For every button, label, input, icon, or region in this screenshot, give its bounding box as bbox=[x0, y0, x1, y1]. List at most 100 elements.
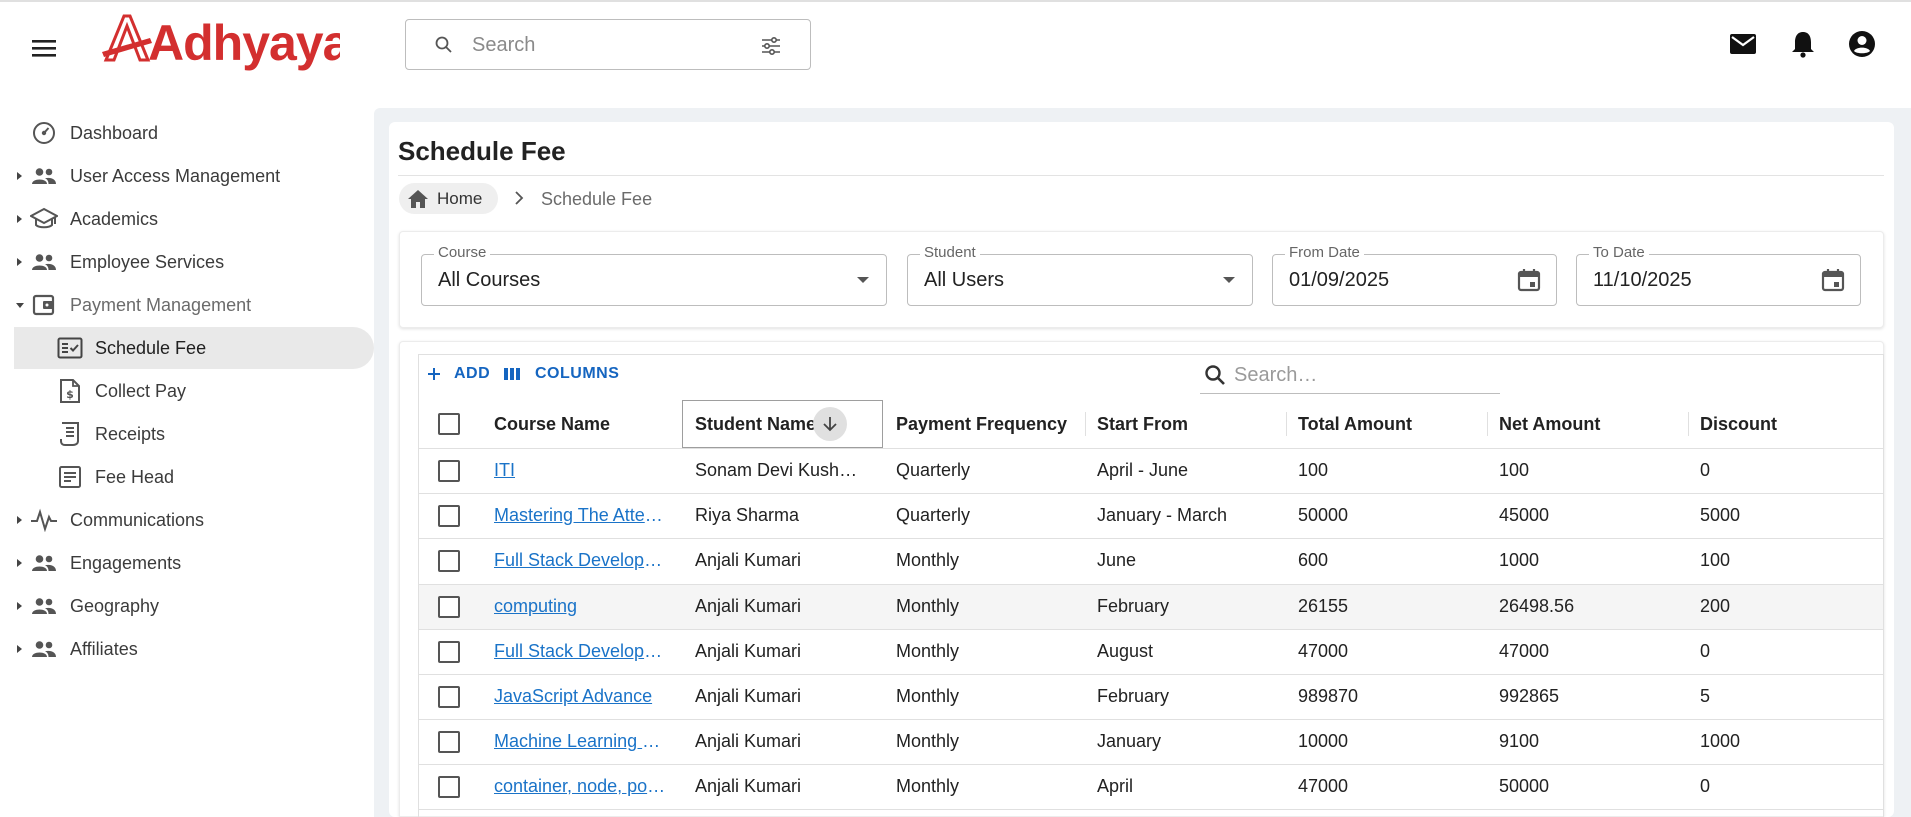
start-from-cell: January - March bbox=[1097, 505, 1228, 525]
row-divider bbox=[418, 538, 1884, 539]
student-name-cell: Anjali Kumari bbox=[695, 641, 802, 661]
grid-search[interactable] bbox=[1200, 358, 1500, 394]
dropdown-arrow-icon bbox=[857, 277, 869, 283]
student-name-cell: Riya Sharma bbox=[695, 505, 800, 525]
column-header-course-name[interactable]: Course Name bbox=[494, 400, 610, 448]
people-icon bbox=[30, 592, 58, 620]
column-header-start-from[interactable]: Start From bbox=[1097, 400, 1188, 448]
columns-button[interactable]: COLUMNS bbox=[503, 362, 619, 386]
sidebar-item-label: Payment Management bbox=[70, 294, 252, 315]
student-name-cell: Anjali Kumari bbox=[695, 686, 802, 706]
logo-text: Adhyayan bbox=[148, 15, 340, 71]
discount-cell: 0 bbox=[1700, 641, 1711, 661]
hamburger-menu-button[interactable] bbox=[24, 28, 64, 68]
sidebar-item-payment-management[interactable]: Payment Management bbox=[14, 284, 374, 326]
filter-settings-icon[interactable] bbox=[759, 34, 783, 58]
course-name-link[interactable]: Full Stack Development bbox=[494, 550, 669, 571]
calendar-icon[interactable] bbox=[1820, 267, 1846, 293]
sort-descending-button[interactable] bbox=[813, 407, 847, 441]
total-amount-cell: 600 bbox=[1298, 550, 1329, 570]
sidebar-item-collect-pay[interactable]: $ Collect Pay bbox=[14, 370, 374, 412]
row-checkbox[interactable] bbox=[438, 686, 460, 708]
course-name-link[interactable]: JavaScript Advance bbox=[494, 686, 669, 707]
column-separator[interactable] bbox=[1688, 412, 1689, 436]
row-checkbox[interactable] bbox=[438, 776, 460, 798]
sidebar-item-label: Collect Pay bbox=[95, 380, 187, 401]
column-header-net-amount[interactable]: Net Amount bbox=[1499, 400, 1600, 448]
row-divider bbox=[418, 629, 1884, 630]
select-all-checkbox[interactable] bbox=[438, 413, 460, 435]
to-date-value: 11/10/2025 bbox=[1593, 269, 1692, 291]
payment-frequency-cell: Quarterly bbox=[896, 460, 971, 480]
student-name-cell: Sonam Devi Kushwaha bbox=[695, 460, 870, 480]
sidebar-item-label: Dashboard bbox=[70, 122, 159, 143]
row-checkbox[interactable] bbox=[438, 596, 460, 618]
course-name-link[interactable]: ITI bbox=[494, 460, 669, 481]
people-icon bbox=[30, 635, 58, 663]
student-select[interactable]: Student All Users bbox=[907, 244, 1253, 306]
view-column-icon bbox=[504, 368, 520, 380]
dropdown-arrow-icon bbox=[1223, 277, 1235, 283]
account-button[interactable] bbox=[1846, 28, 1878, 60]
column-separator[interactable] bbox=[1487, 412, 1488, 436]
row-checkbox[interactable] bbox=[438, 460, 460, 482]
sidebar-item-employee-services[interactable]: Employee Services bbox=[14, 241, 374, 283]
total-amount-cell: 47000 bbox=[1298, 776, 1349, 796]
course-name-link[interactable]: container, node, pod, cluster bbox=[494, 776, 669, 797]
column-header-total-amount[interactable]: Total Amount bbox=[1298, 400, 1412, 448]
to-date-field[interactable]: To Date 11/10/2025 bbox=[1576, 244, 1861, 306]
row-checkbox[interactable] bbox=[438, 641, 460, 663]
sidebar-item-dashboard[interactable]: Dashboard bbox=[14, 112, 374, 154]
sidebar-item-fee-head[interactable]: Fee Head bbox=[14, 456, 374, 498]
row-checkbox[interactable] bbox=[438, 731, 460, 753]
column-separator[interactable] bbox=[1085, 412, 1086, 436]
sidebar-item-user-access-management[interactable]: User Access Management bbox=[14, 155, 374, 197]
row-divider bbox=[418, 493, 1884, 494]
sidebar-item-schedule-fee[interactable]: Schedule Fee bbox=[14, 327, 374, 369]
column-header-student-name[interactable]: Student Name bbox=[695, 400, 816, 448]
mail-icon bbox=[1730, 34, 1756, 54]
breadcrumb-home[interactable]: Home bbox=[399, 183, 499, 214]
course-name-link[interactable]: Machine Learning & AI bbox=[494, 731, 669, 752]
sidebar-item-affiliates[interactable]: Affiliates bbox=[14, 628, 374, 670]
course-name-link[interactable]: Mastering The Attention bbox=[494, 505, 669, 526]
column-header-payment-frequency[interactable]: Payment Frequency bbox=[896, 400, 1067, 448]
notifications-button[interactable] bbox=[1787, 28, 1819, 60]
discount-cell: 5000 bbox=[1700, 505, 1741, 525]
net-amount-cell: 1000 bbox=[1499, 550, 1540, 570]
grid-search-input[interactable] bbox=[1234, 362, 1494, 388]
sidebar-item-academics[interactable]: Academics bbox=[14, 198, 374, 240]
add-button[interactable]: ADD bbox=[426, 362, 490, 386]
discount-cell: 100 bbox=[1700, 550, 1731, 570]
calendar-icon[interactable] bbox=[1516, 267, 1542, 293]
course-name-link[interactable]: computing bbox=[494, 596, 669, 617]
global-search[interactable] bbox=[405, 19, 811, 70]
article-icon bbox=[56, 463, 84, 491]
sidebar-item-receipts[interactable]: Receipts bbox=[14, 413, 374, 455]
total-amount-cell: 10000 bbox=[1298, 731, 1349, 751]
column-separator[interactable] bbox=[1286, 412, 1287, 436]
receipt-long-icon bbox=[56, 420, 84, 448]
discount-cell: 1000 bbox=[1700, 731, 1741, 751]
row-checkbox[interactable] bbox=[438, 550, 460, 572]
fact-check-icon bbox=[56, 334, 84, 362]
course-select[interactable]: Course All Courses bbox=[421, 244, 887, 306]
mail-button[interactable] bbox=[1727, 28, 1759, 60]
payment-frequency-cell: Quarterly bbox=[896, 505, 971, 525]
caret-right-icon bbox=[17, 516, 22, 524]
sidebar-item-label: Schedule Fee bbox=[95, 337, 207, 358]
column-header-discount[interactable]: Discount bbox=[1700, 400, 1777, 448]
app-logo[interactable]: Adhyayan bbox=[100, 10, 340, 72]
from-date-field[interactable]: From Date 01/09/2025 bbox=[1272, 244, 1557, 306]
breadcrumb-current: Schedule Fee bbox=[541, 189, 653, 209]
request-quote-icon: $ bbox=[56, 377, 84, 405]
sidebar-item-engagements[interactable]: Engagements bbox=[14, 542, 374, 584]
discount-cell: 200 bbox=[1700, 596, 1731, 616]
global-search-input[interactable] bbox=[472, 30, 752, 60]
course-name-link[interactable]: Full Stack Development bbox=[494, 641, 669, 662]
row-checkbox[interactable] bbox=[438, 505, 460, 527]
sidebar-item-geography[interactable]: Geography bbox=[14, 585, 374, 627]
sidebar-item-label: Communications bbox=[70, 509, 205, 530]
sidebar-item-communications[interactable]: Communications bbox=[14, 499, 374, 541]
people-icon bbox=[30, 248, 58, 276]
